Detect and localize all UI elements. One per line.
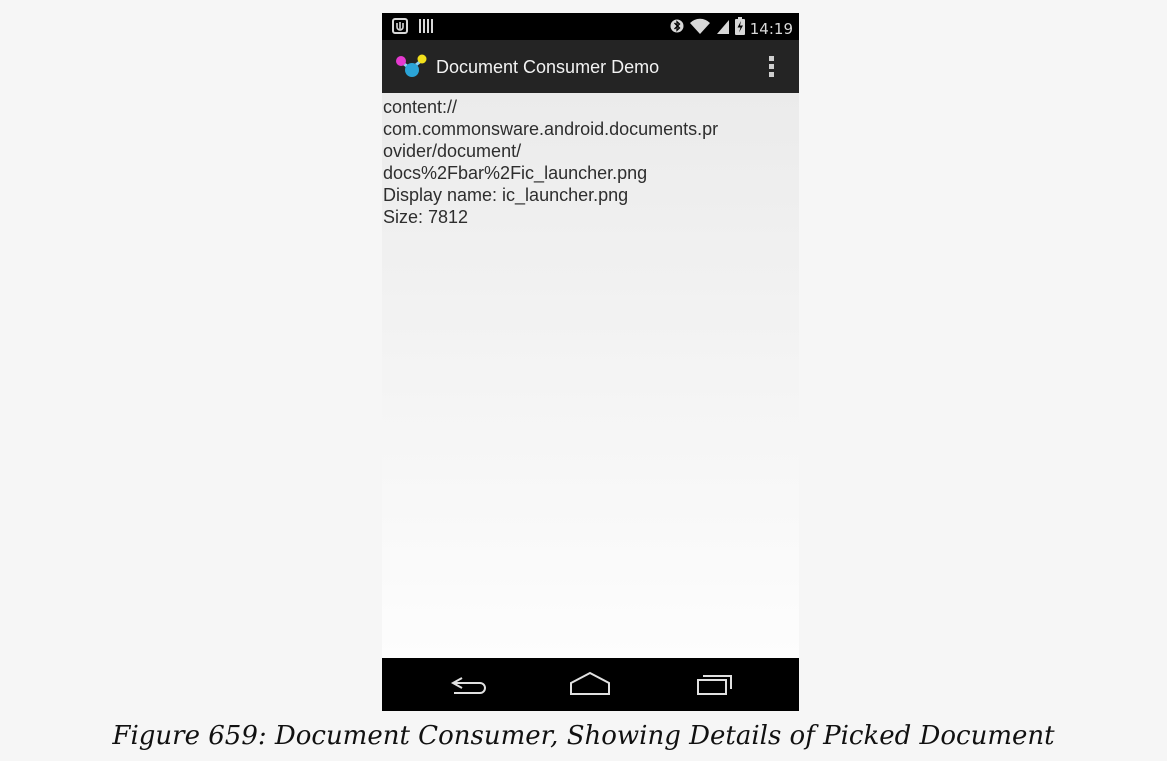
status-time: 14:19 bbox=[749, 19, 793, 38]
overflow-menu-icon[interactable] bbox=[759, 53, 783, 81]
document-details: content:// com.commonsware.android.docum… bbox=[382, 93, 799, 658]
wifi-icon bbox=[689, 17, 711, 40]
status-bar-left-icons bbox=[392, 18, 434, 39]
bluetooth-icon bbox=[670, 17, 684, 40]
uri-line-2: com.commonsware.android.documents.pr bbox=[383, 119, 719, 139]
status-bar: 14:19 bbox=[382, 13, 799, 40]
action-bar: Document Consumer Demo bbox=[382, 40, 799, 93]
document-details-text: content:// com.commonsware.android.docum… bbox=[382, 96, 799, 228]
uri-line-1: content:// bbox=[383, 97, 458, 117]
uri-line-4: docs%2Fbar%2Fic_launcher.png bbox=[383, 163, 648, 183]
battery-charging-icon bbox=[734, 17, 745, 40]
phone-screen: 14:19 Document Consumer Demo content:// bbox=[382, 13, 799, 711]
app-title: Document Consumer Demo bbox=[436, 57, 660, 77]
recent-apps-icon[interactable] bbox=[684, 670, 744, 700]
usb-debug-icon bbox=[392, 18, 408, 39]
back-icon[interactable] bbox=[440, 670, 500, 700]
signal-icon bbox=[716, 17, 730, 40]
app-launcher-icon bbox=[394, 53, 428, 79]
home-icon[interactable] bbox=[560, 670, 620, 700]
status-bar-right-icons: 14:19 bbox=[670, 17, 793, 40]
barcode-icon bbox=[418, 18, 434, 39]
uri-line-3: ovider/document/ bbox=[383, 141, 522, 161]
figure-caption: Figure 659: Document Consumer, Showing D… bbox=[112, 721, 1055, 751]
size-line: Size: 7812 bbox=[383, 207, 469, 227]
display-name-line: Display name: ic_launcher.png bbox=[383, 185, 629, 205]
navigation-bar bbox=[382, 658, 799, 711]
